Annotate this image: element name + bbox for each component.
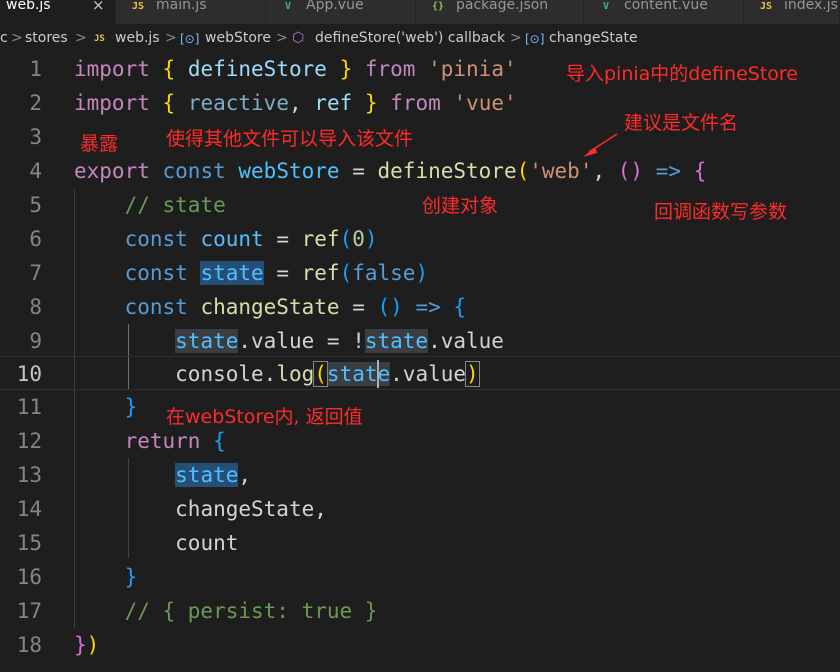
annotation-arrow-icon [583,133,618,157]
